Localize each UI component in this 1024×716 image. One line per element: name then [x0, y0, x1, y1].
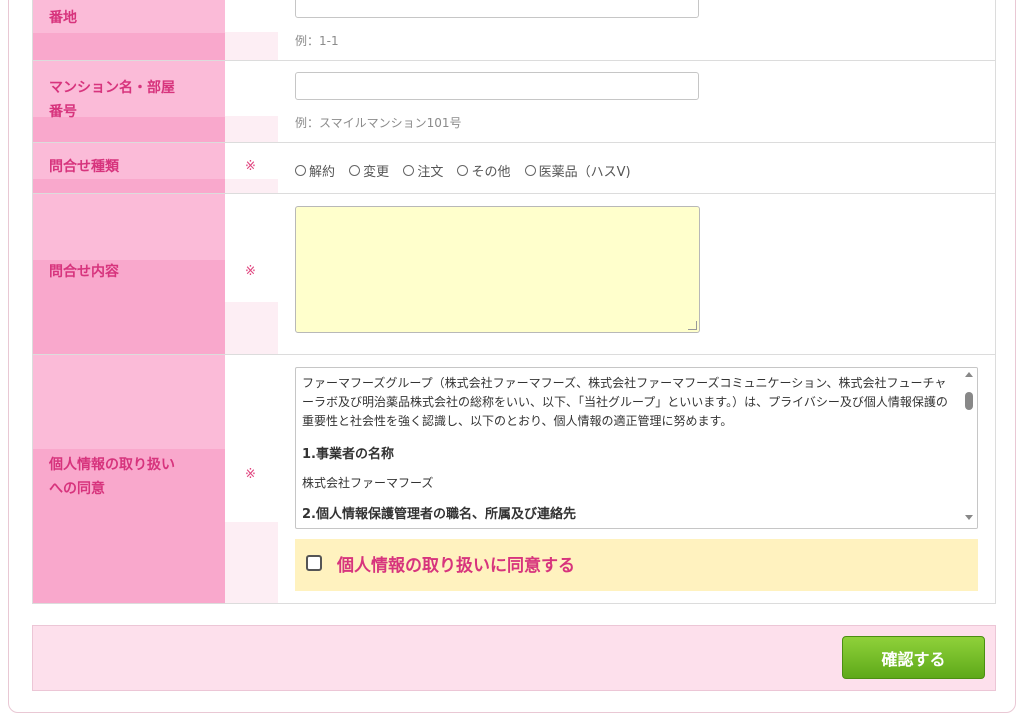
row-inquiry-type: 問合せ種類 ※ 解約 変更 注文 その他 医薬品（ハスV) [33, 143, 995, 194]
policy-company-name: 株式会社ファーマフーズ [302, 476, 434, 490]
policy-intro: ファーマフーズグループ（株式会社ファーマフーズ、株式会社ファーマフーズコミュニケ… [302, 376, 948, 428]
label-inquiry-type: 問合せ種類 [49, 159, 119, 175]
radio-circle-icon [295, 165, 306, 176]
label-mansion-line1: マンション名・部屋 [49, 80, 175, 96]
label-cell-mansion: マンション名・部屋 番号 [33, 61, 225, 142]
row-mansion: マンション名・部屋 番号 例：スマイルマンション101号 [33, 61, 995, 143]
inquiry-form-table: 番地 例：1-1 マンション名・部屋 番号 例：スマイルマンション101号 問合… [32, 0, 996, 604]
policy-scrollbar[interactable] [961, 368, 977, 528]
radio-circle-icon [457, 165, 469, 176]
inquiry-content-textarea[interactable] [295, 206, 700, 333]
radio-circle-icon [524, 165, 536, 176]
radio-iyakuhin[interactable]: 医薬品（ハスV) [524, 161, 631, 180]
row-privacy: 個人情報の取り扱い への同意 ※ ファーマフーズグループ（株式会社ファーマフーズ… [33, 355, 995, 603]
form-footer: 確認する [32, 625, 996, 691]
policy-heading-2: 2.個人情報保護管理者の職名、所属及び連絡先 [302, 507, 576, 522]
banchi-input[interactable] [295, 0, 699, 18]
radio-chuumon[interactable]: 注文 [403, 161, 443, 180]
radio-sonota[interactable]: その他 [457, 161, 510, 180]
label-banchi: 番地 [49, 10, 77, 26]
radio-circle-icon [349, 165, 361, 176]
row-banchi: 番地 例：1-1 [33, 0, 995, 61]
privacy-consent-box[interactable]: 個人情報の取り扱いに同意する [295, 539, 978, 591]
confirm-button[interactable]: 確認する [842, 636, 985, 679]
required-mark: ※ [245, 264, 256, 279]
checkbox-icon[interactable] [306, 555, 322, 571]
radio-kaiyaku[interactable]: 解約 [295, 161, 335, 180]
privacy-policy-scrollbox[interactable]: ファーマフーズグループ（株式会社ファーマフーズ、株式会社ファーマフーズコミュニケ… [295, 367, 978, 529]
label-mansion-line2: 番号 [49, 104, 77, 120]
scroll-up-arrow-icon[interactable] [965, 372, 973, 377]
resize-grip-icon[interactable] [688, 321, 697, 330]
mansion-input[interactable] [295, 72, 699, 100]
required-mark: ※ [245, 467, 256, 482]
privacy-consent-label[interactable]: 個人情報の取り扱いに同意する [337, 551, 575, 576]
policy-heading-1: 1.事業者の名称 [302, 447, 394, 462]
label-cell-banchi: 番地 [33, 0, 225, 60]
radio-henkou[interactable]: 変更 [349, 161, 389, 180]
label-cell-privacy: 個人情報の取り扱い への同意 [33, 355, 225, 603]
label-privacy-line1: 個人情報の取り扱い [49, 457, 175, 473]
label-inquiry-content: 問合せ内容 [49, 264, 119, 280]
label-cell-inquiry-content: 問合せ内容 [33, 194, 225, 354]
label-privacy-line2: への同意 [49, 481, 105, 497]
required-mark: ※ [245, 159, 256, 174]
row-inquiry-content: 問合せ内容 ※ [33, 194, 995, 355]
label-cell-inquiry-type: 問合せ種類 [33, 143, 225, 193]
mansion-example: 例：スマイルマンション101号 [295, 116, 462, 130]
radio-circle-icon [403, 165, 415, 176]
scroll-down-arrow-icon[interactable] [965, 515, 973, 520]
banchi-example: 例：1-1 [295, 34, 339, 48]
inquiry-type-radio-group: 解約 変更 注文 その他 医薬品（ハスV) [295, 161, 641, 180]
scroll-thumb[interactable] [965, 392, 973, 410]
